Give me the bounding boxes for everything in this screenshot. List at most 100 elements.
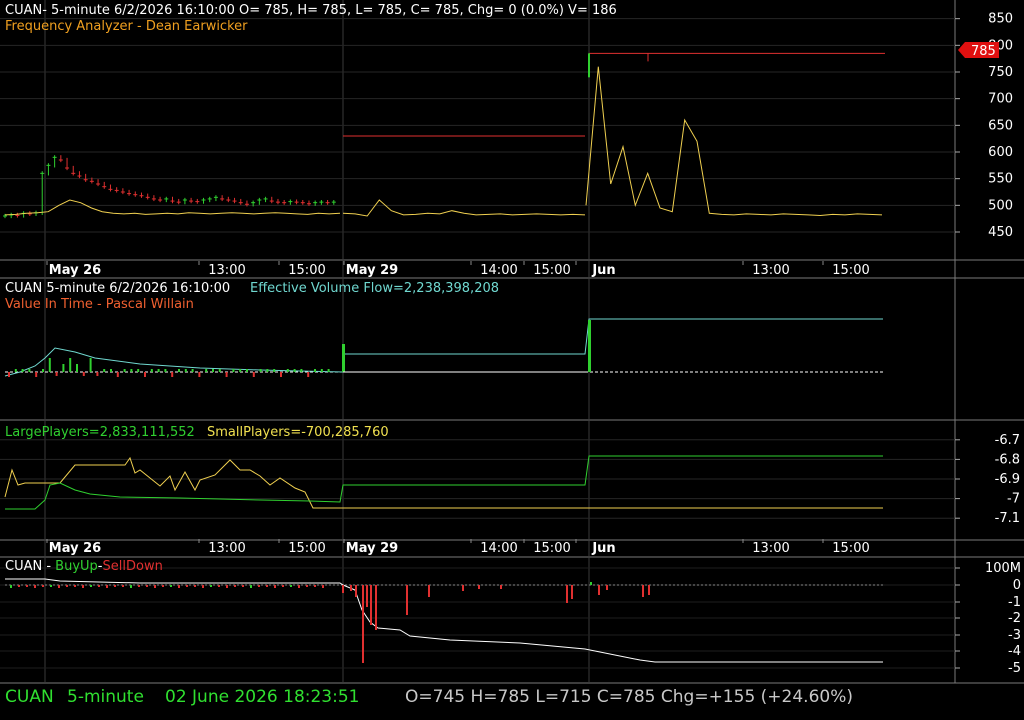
buyup-tick-label: -1 xyxy=(1008,595,1021,610)
x-axis-top: May 26 13:00 15:00 May 29 14:00 15:00 Jun 13:00… xyxy=(46,261,870,278)
buyup-bar xyxy=(186,585,188,587)
x-tick-label: Jun xyxy=(591,263,615,278)
buyup-bar xyxy=(114,585,116,587)
buyup-bar xyxy=(590,582,592,585)
volume-flow-bar xyxy=(48,358,51,372)
buyup-bar xyxy=(130,585,132,588)
volume-flow-bar xyxy=(110,369,112,372)
buyup-bar xyxy=(98,585,100,587)
buyup-bar xyxy=(566,585,568,603)
volume-flow-bar xyxy=(327,369,330,372)
buyup-bar xyxy=(306,585,308,587)
buyup-label: BuyUp xyxy=(55,559,98,574)
volume-flow-bar xyxy=(14,369,17,372)
volume-flow-bar xyxy=(320,369,323,372)
price-tick-label: 600 xyxy=(988,145,1013,160)
buyup-bar xyxy=(194,585,196,587)
buyup-bar xyxy=(322,585,324,588)
volume-flow-bar xyxy=(225,372,228,377)
buyup-bar xyxy=(162,585,164,587)
x-tick-label: 15:00 xyxy=(533,541,570,556)
volume-flow-bar xyxy=(218,369,221,372)
volume-flow-bar xyxy=(280,372,282,377)
buyup-bar xyxy=(218,585,220,587)
buyup-tick-label: -2 xyxy=(1008,611,1021,626)
buyup-tick-label: 100M xyxy=(985,561,1021,576)
large-players-label: LargePlayers=2,833,111,552 xyxy=(5,425,195,440)
panel-frames xyxy=(0,0,1024,684)
buyup-bar xyxy=(500,585,502,589)
buyup-bar xyxy=(26,585,28,587)
x-tick-label: May 26 xyxy=(49,541,101,556)
buyup-tick-label: -4 xyxy=(1008,644,1021,659)
volume-flow-bar xyxy=(246,369,248,372)
buyup-bar xyxy=(74,585,76,587)
price-panel: CUAN- 5-minute 6/2/2026 16:10:00 O= 785,… xyxy=(3,3,1013,278)
volume-flow-bar xyxy=(266,369,269,372)
buyup-bar xyxy=(342,585,344,593)
volume-flow-bar xyxy=(205,369,208,372)
volume-flow-subtitle: Value In Time - Pascal Willain xyxy=(5,297,194,312)
volume-flow-bar xyxy=(82,372,85,376)
status-interval: 5-minute xyxy=(67,687,144,707)
volume-flow-bar xyxy=(191,369,194,372)
price-tick-label: 700 xyxy=(988,92,1013,107)
buyup-bar xyxy=(314,585,316,587)
buyup-bar xyxy=(170,585,172,587)
last-price-tag: 785 xyxy=(958,42,999,59)
buyup-bar xyxy=(50,585,52,587)
buyup-bar xyxy=(274,585,276,588)
x-tick-label: 15:00 xyxy=(288,541,325,556)
buyup-bar xyxy=(478,585,480,589)
buyup-bar xyxy=(106,585,108,588)
x-tick-label: May 26 xyxy=(49,263,101,278)
volume-flow-bar xyxy=(137,369,140,372)
price-tick-label: 500 xyxy=(988,198,1013,213)
x-tick-label: 13:00 xyxy=(752,541,789,556)
buyup-bar xyxy=(250,585,252,588)
last-price-tag-label: 785 xyxy=(971,44,996,59)
volume-flow-bar xyxy=(28,369,31,372)
x-axis-bottom: May 26 13:00 15:00 May 29 14:00 15:00 Jun 13:00… xyxy=(46,539,870,556)
players-axis: -6.7 -6.8 -6.9 -7 -7.1 xyxy=(955,433,1020,526)
volume-flow-bar xyxy=(164,369,167,372)
volume-flow-bar xyxy=(35,372,38,377)
players-panel: LargePlayers=2,833,111,552 SmallPlayers=… xyxy=(4,425,1020,556)
volume-flow-bar xyxy=(314,369,316,372)
volume-flow-header-indicator: Effective Volume Flow=2,238,398,208 xyxy=(250,281,499,296)
frequency-line-may29 xyxy=(342,199,586,217)
players-plot xyxy=(4,455,883,510)
volume-flow-bar xyxy=(293,369,296,372)
small-players-label: SmallPlayers=-700,285,760 xyxy=(207,425,389,440)
x-tick-label: 15:00 xyxy=(288,263,325,278)
buyup-bar xyxy=(366,585,368,607)
volume-flow-header-prefix: CUAN 5-minute 6/2/2026 16:10:00 xyxy=(5,281,230,296)
x-tick-label: May 29 xyxy=(346,263,398,278)
volume-flow-bar xyxy=(178,369,180,372)
players-tick-label: -6.9 xyxy=(995,472,1020,487)
price-tick-label: 850 xyxy=(988,12,1013,27)
buyup-bar xyxy=(362,585,364,663)
buyup-bar xyxy=(428,585,430,597)
frequency-line xyxy=(4,66,883,217)
buyup-bar xyxy=(258,585,260,587)
volume-flow-bar xyxy=(307,372,310,377)
buyup-bar xyxy=(406,585,408,615)
volume-flow-bar xyxy=(103,369,106,372)
x-tick-label: 15:00 xyxy=(832,541,869,556)
buyup-bar xyxy=(42,585,44,587)
selldown-label: SellDown xyxy=(103,559,163,574)
buyup-bar xyxy=(571,585,573,599)
buyup-bar xyxy=(606,585,608,590)
buyup-bar xyxy=(82,585,84,588)
volume-flow-bar xyxy=(123,369,126,372)
x-tick-label: 13:00 xyxy=(208,541,245,556)
buyup-selldown-prefix: CUAN - xyxy=(5,559,55,574)
buyup-bar xyxy=(370,585,372,625)
volume-flow-panel: CUAN 5-minute 6/2/2026 16:10:00 Effectiv… xyxy=(4,281,885,377)
buyup-tick-label: -3 xyxy=(1008,628,1021,643)
volume-flow-bar xyxy=(588,320,591,372)
chart-canvas: CUAN- 5-minute 6/2/2026 16:10:00 O= 785,… xyxy=(0,0,1024,707)
volume-flow-bar xyxy=(21,369,24,372)
status-bar: CUAN 5-minute 02 June 2026 18:23:51 O=74… xyxy=(5,687,853,707)
